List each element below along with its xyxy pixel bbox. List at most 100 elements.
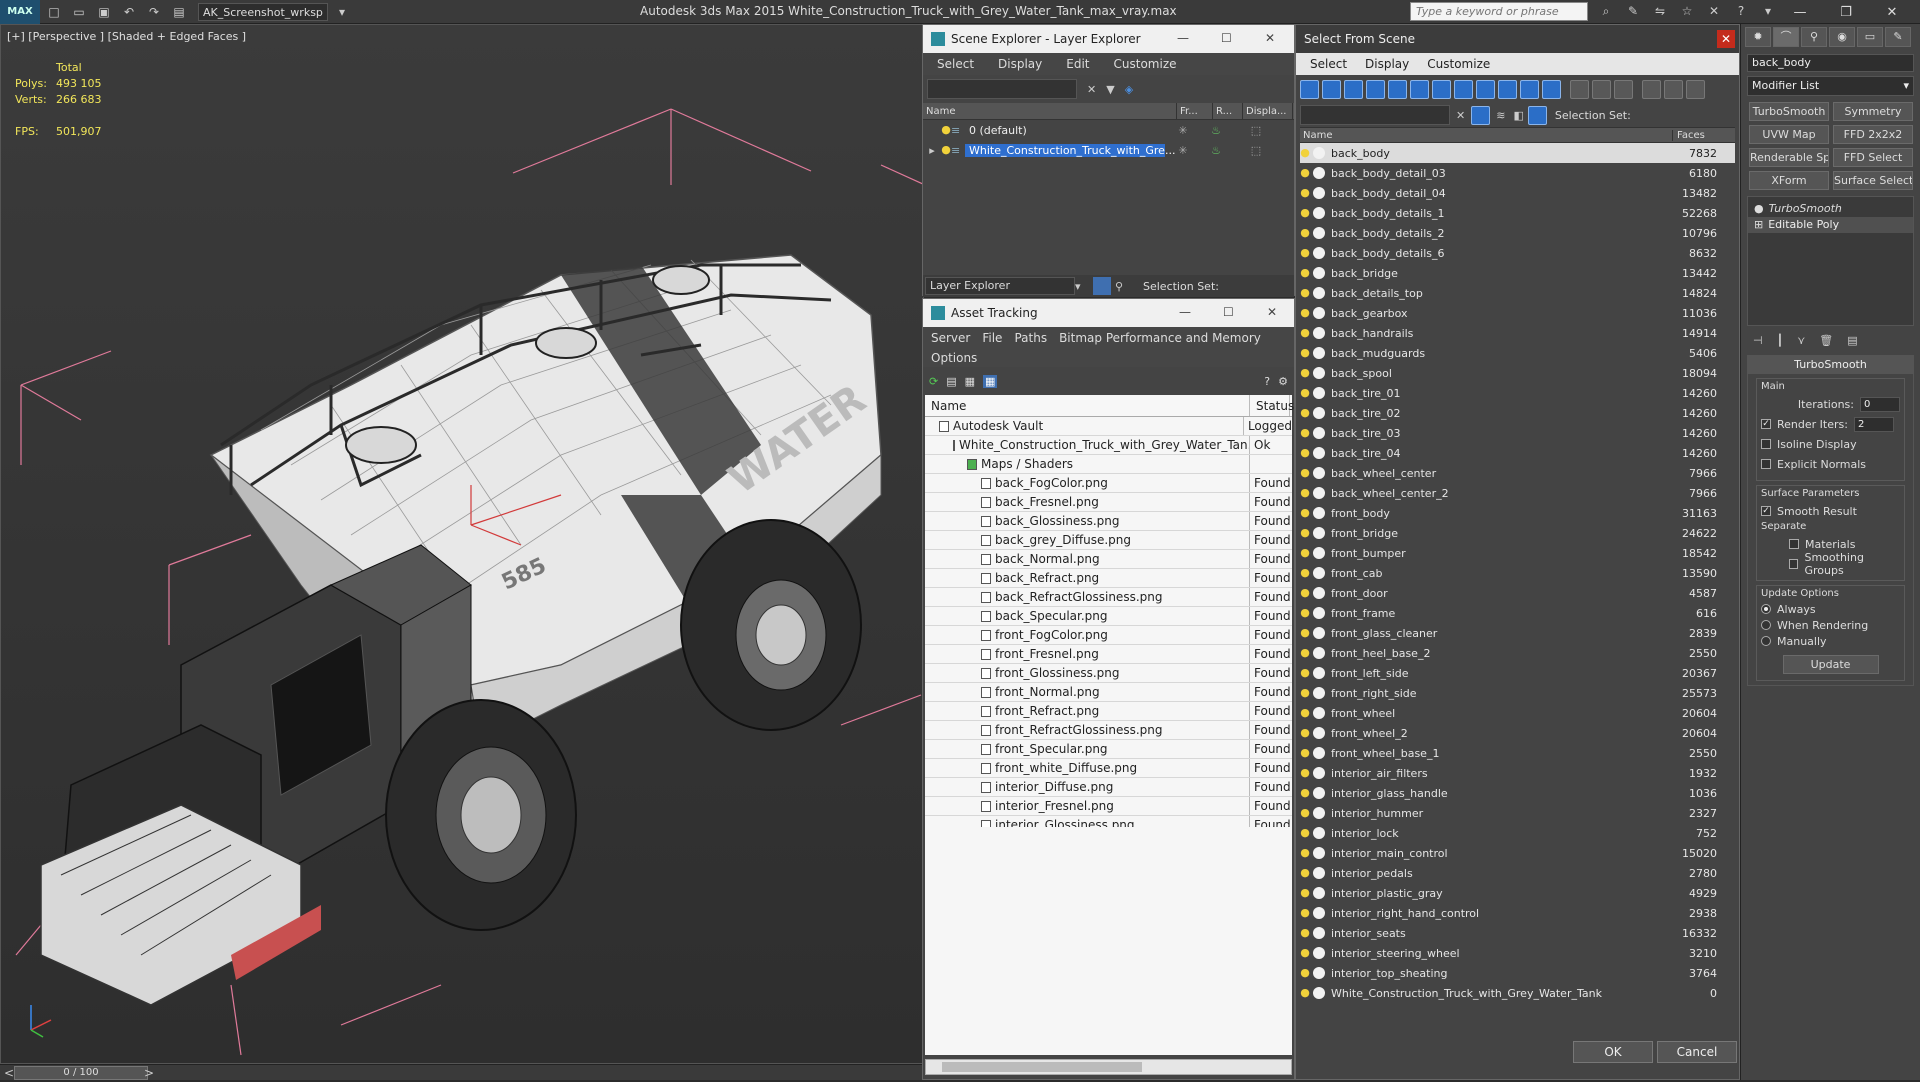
help-dropdown-icon[interactable]: ▾ xyxy=(1757,2,1779,20)
lightbulb-icon[interactable]: ● xyxy=(1300,587,1310,599)
lightbulb-icon[interactable]: ● xyxy=(1300,747,1310,759)
object-row[interactable]: ● back_body_details_2 10796 xyxy=(1300,223,1735,243)
asset-row[interactable]: interior_Diffuse.png Found xyxy=(925,778,1292,797)
menu-bitmap-performance[interactable]: Bitmap Performance and Memory xyxy=(1059,331,1261,345)
hierarchy-icon[interactable]: ⚲ xyxy=(1115,280,1133,293)
lightbulb-icon[interactable]: ● xyxy=(1300,287,1310,299)
filter-icon[interactable]: ▼ xyxy=(1106,83,1114,96)
help-icon[interactable]: ? xyxy=(1264,375,1270,388)
lightbulb-icon[interactable]: ● xyxy=(1300,507,1310,519)
symmetry-button[interactable]: Symmetry xyxy=(1833,102,1913,121)
ffd-select-button[interactable]: FFD Select xyxy=(1833,148,1913,167)
filter-icon[interactable] xyxy=(1471,105,1491,125)
object-row[interactable]: ● back_body_details_1 52268 xyxy=(1300,203,1735,223)
object-row[interactable]: ● back_body_detail_03 6180 xyxy=(1300,163,1735,183)
asset-row[interactable]: White_Construction_Truck_with_Grey_Water… xyxy=(925,436,1292,455)
col-status[interactable]: Status xyxy=(1250,395,1294,416)
menu-server[interactable]: Server xyxy=(931,331,970,345)
modifier-list-dropdown[interactable]: Modifier List ▾ xyxy=(1747,76,1914,96)
iterations-spinner[interactable]: 0 xyxy=(1860,396,1900,412)
object-row[interactable]: ● interior_plastic_gray 4929 xyxy=(1300,883,1735,903)
lightbulb-icon[interactable]: ● xyxy=(1300,847,1310,859)
object-row[interactable]: ● front_cab 13590 xyxy=(1300,563,1735,583)
col-name[interactable]: Name xyxy=(1300,130,1672,141)
containers-filter-icon[interactable] xyxy=(1498,79,1517,99)
lightbulb-icon[interactable]: ● xyxy=(1300,467,1310,479)
render-teapot-icon[interactable]: ♨ xyxy=(1201,144,1231,157)
expand-arrow-icon[interactable]: ▸ xyxy=(923,144,941,157)
timeline-next-icon[interactable]: > xyxy=(143,1064,155,1082)
object-row[interactable]: ● back_body_details_6 8632 xyxy=(1300,243,1735,263)
object-row[interactable]: ● back_body_detail_04 13482 xyxy=(1300,183,1735,203)
layer-toggle-icon[interactable] xyxy=(1093,277,1111,295)
object-row[interactable]: ● interior_steering_wheel 3210 xyxy=(1300,943,1735,963)
timeline[interactable]: < 0 / 100 > xyxy=(0,1064,924,1080)
lightbulb-icon[interactable]: ● xyxy=(1300,207,1310,219)
lightbulb-icon[interactable]: ● xyxy=(1300,407,1310,419)
asset-row[interactable]: back_RefractGlossiness.png Found xyxy=(925,588,1292,607)
lightbulb-icon[interactable]: ● xyxy=(1300,487,1310,499)
maximize-icon[interactable]: ☐ xyxy=(1221,31,1232,45)
lightbulb-icon[interactable]: ● xyxy=(1300,267,1310,279)
object-row[interactable]: ● front_wheel_base_1 2550 xyxy=(1300,743,1735,763)
object-row[interactable]: ● White_Construction_Truck_with_Grey_Wate… xyxy=(1300,983,1735,1003)
lightbulb-icon[interactable]: ● xyxy=(1300,867,1310,879)
hierarchy-filter-icon[interactable] xyxy=(1664,79,1683,99)
lightbulb-icon[interactable]: ● xyxy=(1300,527,1310,539)
geometry-filter-icon[interactable] xyxy=(1300,79,1319,99)
lightbulb-icon[interactable]: ● xyxy=(1300,687,1310,699)
asset-row[interactable]: back_Normal.png Found xyxy=(925,550,1292,569)
object-row[interactable]: ● back_wheel_center 7966 xyxy=(1300,463,1735,483)
lightbulb-icon[interactable]: ● xyxy=(1300,967,1310,979)
col-render[interactable]: R... xyxy=(1213,102,1243,120)
render-teapot-icon[interactable]: ♨ xyxy=(1201,124,1231,137)
object-row[interactable]: ● interior_right_hand_control 2938 xyxy=(1300,903,1735,923)
star-icon[interactable]: ☆ xyxy=(1676,2,1698,20)
lightbulb-icon[interactable]: ● xyxy=(1300,707,1310,719)
asset-row[interactable]: Autodesk Vault Logged xyxy=(925,417,1292,436)
lightbulb-icon[interactable]: ● xyxy=(1300,907,1310,919)
lightbulb-icon[interactable]: ● xyxy=(941,124,951,136)
ffd-2x2x2-button[interactable]: FFD 2x2x2 xyxy=(1833,125,1913,144)
binoculars-icon[interactable]: ⌕ xyxy=(1595,2,1617,20)
asset-row[interactable]: front_Refract.png Found xyxy=(925,702,1292,721)
cross-tools-icon[interactable]: ✕ xyxy=(1703,2,1725,20)
layer-filter-icon[interactable] xyxy=(1686,79,1705,99)
col-faces[interactable]: Faces xyxy=(1672,129,1722,141)
lightbulb-icon[interactable]: ● xyxy=(1300,567,1310,579)
asset-row[interactable]: front_Specular.png Found xyxy=(925,740,1292,759)
hidden-filter-icon[interactable] xyxy=(1542,79,1561,99)
lightbulb-icon[interactable]: ● xyxy=(1300,227,1310,239)
pin-stack-icon[interactable]: ⊣ xyxy=(1753,334,1763,347)
menu-file[interactable]: File xyxy=(982,331,1002,345)
object-row[interactable]: ● front_frame 616 xyxy=(1300,603,1735,623)
layers-icon[interactable]: ≋ xyxy=(1496,109,1505,122)
lightbulb-icon[interactable]: ● xyxy=(1300,887,1310,899)
spacewarps-filter-icon[interactable] xyxy=(1410,79,1429,99)
scene-explorer-search[interactable] xyxy=(927,79,1077,99)
lightbulb-icon[interactable]: ● xyxy=(1300,987,1310,999)
hierarchy-icon[interactable] xyxy=(1527,105,1547,125)
xform-button[interactable]: XForm xyxy=(1749,171,1829,190)
groups-filter-icon[interactable] xyxy=(1432,79,1451,99)
lightbulb-icon[interactable]: ● xyxy=(1300,667,1310,679)
renderable-spline-button[interactable]: Renderable Spline xyxy=(1749,148,1829,167)
layer-name[interactable]: 0 (default) xyxy=(965,124,1165,137)
asset-row[interactable]: front_FogColor.png Found xyxy=(925,626,1292,645)
lightbulb-icon[interactable]: ● xyxy=(1300,367,1310,379)
lightbulb-icon[interactable]: ● xyxy=(1300,247,1310,259)
project-folder-icon[interactable]: ▤ xyxy=(168,3,190,21)
object-row[interactable]: ● front_body 31163 xyxy=(1300,503,1735,523)
lightbulb-icon[interactable]: ● xyxy=(1300,807,1310,819)
table-view-icon[interactable]: ▦ xyxy=(983,374,998,388)
display-all-icon[interactable] xyxy=(1570,79,1589,99)
asset-row[interactable]: back_FogColor.png Found xyxy=(925,474,1292,493)
lightbulb-icon[interactable]: ● xyxy=(1300,607,1310,619)
lightbulb-icon[interactable]: ● xyxy=(1300,727,1310,739)
frozen-filter-icon[interactable] xyxy=(1520,79,1539,99)
object-row[interactable]: ● front_bumper 18542 xyxy=(1300,543,1735,563)
new-file-icon[interactable]: □ xyxy=(43,3,65,21)
horizontal-scrollbar[interactable] xyxy=(925,1059,1292,1075)
app-logo[interactable]: MAX xyxy=(0,0,40,24)
object-name-field[interactable]: back_body xyxy=(1747,54,1914,72)
